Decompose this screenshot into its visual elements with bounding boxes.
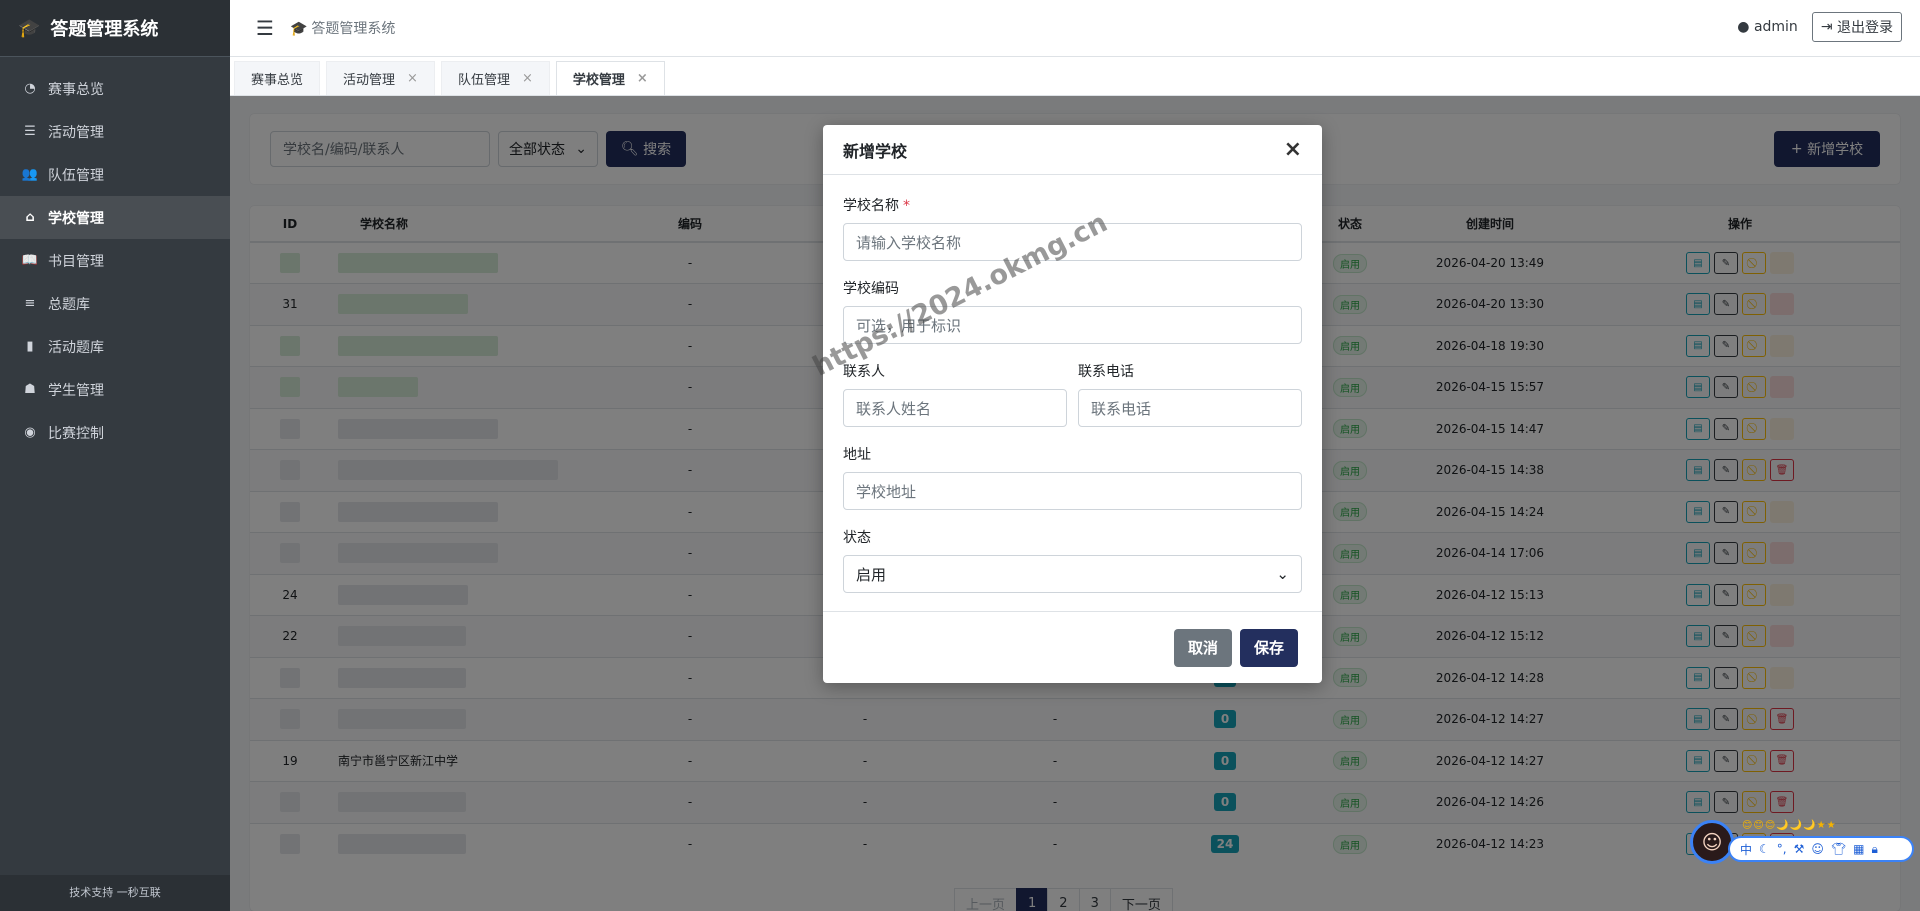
sidebar-item-7[interactable]: ☗ 学生管理 [0, 368, 230, 411]
shirt-icon[interactable]: 👕︎ [1831, 842, 1846, 856]
graduation-cap-icon: 🎓 [18, 17, 41, 39]
moon-icon[interactable]: ☾ [1759, 842, 1770, 856]
sign-out-icon: ⇥ [1820, 19, 1833, 35]
sidebar-item-label: 学校管理 [48, 210, 104, 227]
tab-label: 学校管理 [572, 73, 625, 88]
dashboard-icon: ◔ [24, 81, 36, 96]
list-icon: ☰ [24, 124, 36, 139]
sidebar-item-label: 活动题库 [48, 339, 104, 356]
book-icon: 📖 [21, 253, 39, 268]
sidebar-item-label: 比赛控制 [48, 425, 104, 442]
avatar[interactable]: ☺ [1690, 820, 1734, 864]
user-menu[interactable]: ● admin [1737, 19, 1798, 35]
chevron-down-icon: ⌄ [1276, 565, 1289, 583]
sidebar-item-label: 学生管理 [48, 382, 104, 399]
address-input[interactable]: 学校地址 [843, 472, 1302, 510]
tab-label: 活动管理 [343, 73, 396, 88]
close-icon[interactable]: × [637, 71, 648, 86]
emoji-icon[interactable]: ☺ [1811, 842, 1824, 856]
sidebar-item-5[interactable]: ≡ 总题库 [0, 282, 230, 325]
username: admin [1753, 19, 1798, 35]
logout-label: 退出登录 [1837, 20, 1893, 36]
breadcrumb: 🎓 答题管理系统 [290, 18, 395, 38]
status-select-value: 启用 [856, 565, 887, 584]
ime-toolbar[interactable]: 中 ☾ °, ⚒ ☺ 👕︎ ▦ 🔒︎ [1728, 836, 1914, 862]
sidebar-footer: 技术支持 一秒互联 [0, 875, 230, 911]
sidebar-item-4[interactable]: 📖 书目管理 [0, 239, 230, 282]
logout-button[interactable]: ⇥ 退出登录 [1811, 12, 1902, 42]
users-icon: 👥 [21, 167, 39, 182]
sidebar-item-label: 书目管理 [48, 253, 104, 270]
ime-mode[interactable]: 中 [1740, 841, 1752, 858]
phone-label: 联系电话 [1078, 364, 1134, 380]
school-name-label-text: 学校名称 [843, 198, 899, 214]
address-label: 地址 [843, 447, 871, 463]
modal-header: 新增学校 × [823, 125, 1322, 175]
modal-footer: 取消 保存 [823, 611, 1322, 683]
save-button[interactable]: 保存 [1239, 628, 1298, 667]
close-icon[interactable]: × [522, 71, 533, 86]
sidebar-item-label: 总题库 [48, 296, 90, 313]
grid-icon[interactable]: ▦ [1853, 842, 1864, 856]
required-mark: * [903, 198, 910, 214]
graduation-cap-icon: 🎓 [289, 21, 308, 37]
sidebar-nav: ◔ 赛事总览 ☰ 活动管理 👥 队伍管理 ⌂ 学校管理 📖 书目管理 ≡ 总题库 ▮ 活动题库 ☗ 学生管理 ◉… [0, 57, 230, 454]
status-group: 状态 启用 ⌄ [843, 527, 1302, 593]
modal-title: 新增学校 [843, 141, 908, 161]
sidebar-item-1[interactable]: ☰ 活动管理 [0, 110, 230, 153]
brand-title: 答题管理系统 [50, 19, 159, 40]
school-icon: ⌂ [25, 210, 35, 225]
user-icon: ● [1737, 19, 1750, 35]
school-code-label: 学校编码 [843, 281, 899, 297]
sidebar-item-label: 赛事总览 [48, 81, 104, 98]
tab-label: 赛事总览 [251, 73, 304, 88]
student-icon: ☗ [24, 382, 36, 397]
sidebar-item-2[interactable]: 👥 队伍管理 [0, 153, 230, 196]
sidebar-item-3[interactable]: ⌂ 学校管理 [0, 196, 230, 239]
database-icon: ≡ [24, 296, 36, 311]
add-school-modal: 新增学校 × 学校名称 * 请输入学校名称 学校编码 可选，用于标识 联系人 联系… [823, 125, 1322, 683]
tab-3[interactable]: 学校管理 × [555, 61, 665, 95]
topbar-right: ● admin ⇥ 退出登录 [1737, 12, 1902, 42]
menu-toggle-icon[interactable]: ☰ [256, 16, 274, 40]
address-group: 地址 学校地址 [843, 444, 1302, 510]
school-name-label: 学校名称 * [843, 195, 1302, 215]
tab-0[interactable]: 赛事总览 [234, 61, 321, 95]
tab-1[interactable]: 活动管理 × [326, 61, 435, 95]
contact-group: 联系人 联系人姓名 [843, 361, 1067, 427]
tab-label: 队伍管理 [457, 73, 510, 88]
contact-input[interactable]: 联系人姓名 [843, 389, 1067, 427]
book-closed-icon: ▮ [26, 339, 34, 354]
lock-icon[interactable]: 🔒︎ [1871, 842, 1877, 857]
sidebar: 🎓 答题管理系统 ◔ 赛事总览 ☰ 活动管理 👥 队伍管理 ⌂ 学校管理 📖 书目管理 ≡ 总题库 ▮ 活… [0, 0, 230, 911]
punctuation-icon[interactable]: °, [1777, 842, 1787, 856]
topbar: ☰ 🎓 答题管理系统 ● admin ⇥ 退出登录 [230, 0, 1920, 57]
sidebar-item-label: 活动管理 [48, 124, 104, 141]
brand[interactable]: 🎓 答题管理系统 [0, 0, 230, 57]
wrench-icon[interactable]: ⚒ [1794, 842, 1805, 856]
page-tabs: 赛事总览 活动管理 × 队伍管理 × 学校管理 × [230, 57, 1920, 96]
status-label: 状态 [843, 530, 871, 546]
cancel-button[interactable]: 取消 [1173, 628, 1232, 667]
ime-widget[interactable]: ☺ 😊😊😊🌙🌙🌙★★ 中 ☾ °, ⚒ ☺ 👕︎ ▦ 🔒︎ [1690, 820, 1915, 864]
sidebar-item-label: 队伍管理 [48, 167, 104, 184]
sidebar-item-8[interactable]: ◉ 比赛控制 [0, 411, 230, 454]
breadcrumb-text: 答题管理系统 [311, 21, 396, 37]
sidebar-item-0[interactable]: ◔ 赛事总览 [0, 67, 230, 110]
close-icon[interactable]: × [1284, 137, 1302, 162]
close-icon[interactable]: × [407, 71, 418, 86]
gamepad-icon: ◉ [24, 425, 36, 440]
contact-label: 联系人 [843, 364, 885, 380]
status-select[interactable]: 启用 ⌄ [843, 555, 1302, 593]
ime-status-icons: 😊😊😊🌙🌙🌙★★ [1742, 820, 1837, 831]
sidebar-item-6[interactable]: ▮ 活动题库 [0, 325, 230, 368]
phone-input[interactable]: 联系电话 [1078, 389, 1302, 427]
tab-2[interactable]: 队伍管理 × [440, 61, 550, 95]
phone-group: 联系电话 联系电话 [1078, 361, 1302, 427]
